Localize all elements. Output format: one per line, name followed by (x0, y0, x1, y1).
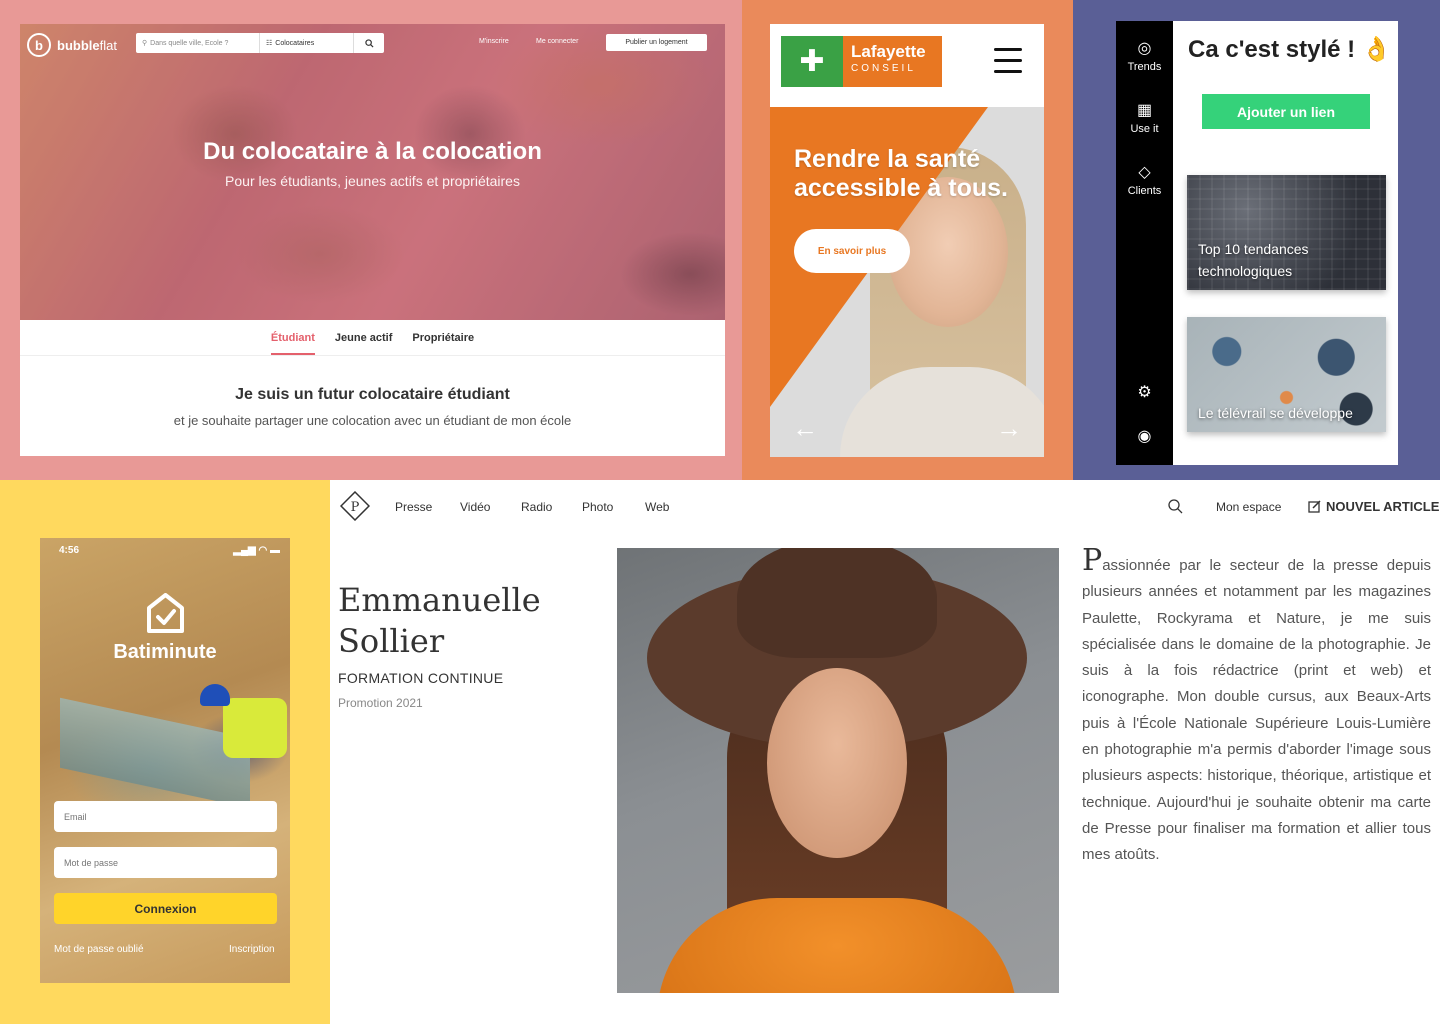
nav-photo[interactable]: Photo (582, 500, 613, 514)
card-caption: Top 10 tendances technologiques (1198, 241, 1309, 279)
portrait-hat-crown (737, 548, 937, 658)
settings-button[interactable]: ⚙ (1116, 382, 1173, 405)
tab-proprietaire[interactable]: Propriétaire (412, 324, 474, 355)
type-select[interactable]: ☷ Colocataires (260, 33, 354, 53)
lafayette-mobile-site: ✚ Lafayette CONSEIL Rendre la santé acce… (770, 24, 1044, 457)
logo-line1: Lafayette (851, 42, 926, 61)
logo-text: bubbleflat (57, 37, 117, 53)
new-article-button[interactable]: NOUVEL ARTICLE (1308, 499, 1439, 514)
bubble-logo-icon: b (27, 33, 51, 57)
batiminute-mobile-app: 4:56 ▂▄▆ ◠ ▬ Batiminute Connexion Mot de… (40, 538, 290, 983)
edit-icon (1308, 500, 1321, 513)
arrow-right-icon[interactable]: → (996, 413, 1022, 444)
hero-image (20, 24, 725, 320)
profile-tabs: Étudiant Jeune actif Propriétaire (20, 324, 725, 356)
bubbleflat-website: b bubbleflat ⚲ Dans quelle ville, Ecole … (20, 24, 725, 456)
author-portrait (617, 548, 1059, 993)
worktable-image (60, 697, 250, 809)
sidebar: ◎ Trends ▦ Use it ◇ Clients ⚙ ◉ (1116, 21, 1173, 465)
sidebar-label: Clients (1127, 185, 1162, 197)
author-role: FORMATION CONTINUE (338, 670, 504, 686)
city-search-input[interactable]: ⚲ Dans quelle ville, Ecole ? (136, 33, 260, 53)
portrait-sweater (657, 898, 1017, 993)
card-caption: Le télévrail se développe (1198, 405, 1353, 421)
user-icon: ◉ (1137, 428, 1152, 445)
sidebar-item-trends[interactable]: ◎ Trends (1116, 38, 1173, 73)
people-icon: ☷ (266, 40, 273, 47)
nav-web[interactable]: Web (645, 500, 669, 514)
new-article-label: NOUVEL ARTICLE (1326, 499, 1440, 514)
search-icon (364, 38, 374, 48)
add-link-button[interactable]: Ajouter un lien (1202, 94, 1370, 129)
publish-button[interactable]: Publier un logement (606, 34, 707, 51)
location-pin-icon: ⚲ (142, 40, 148, 47)
article-card[interactable]: Top 10 tendances technologiques (1187, 175, 1386, 290)
sidebar-item-clients[interactable]: ◇ Clients (1116, 162, 1173, 197)
author-name: Emmanuelle Sollier (338, 580, 541, 662)
search-button[interactable] (354, 38, 384, 48)
my-space-link[interactable]: Mon espace (1216, 500, 1281, 514)
sidebar-label: Trends (1127, 61, 1162, 73)
diamond-icon: ◇ (1138, 164, 1151, 181)
login-link[interactable]: Me connecter (536, 38, 578, 45)
status-bar: 4:56 ▂▄▆ ◠ ▬ (40, 538, 290, 562)
nav-video[interactable]: Vidéo (460, 500, 490, 514)
tab-jeune-actif[interactable]: Jeune actif (335, 324, 392, 355)
signal-battery-icon: ▂▄▆ ◠ ▬ (233, 544, 280, 556)
nav-presse[interactable]: Presse (395, 500, 432, 514)
bio-text: assionnée par le secteur de la presse de… (1082, 557, 1431, 864)
tab-etudiant[interactable]: Étudiant (270, 324, 315, 355)
forgot-password-link[interactable]: Mot de passe oublié (54, 944, 144, 955)
worker-helmet-image (200, 684, 230, 706)
bio-drop-cap: P (1082, 543, 1103, 578)
cross-logo-icon: ✚ (781, 36, 843, 87)
section-text: et je souhaite partager une colocation a… (173, 413, 572, 428)
trends-app: ◎ Trends ▦ Use it ◇ Clients ⚙ ◉ Ca c'est… (1116, 21, 1398, 465)
search-placeholder: Dans quelle ville, Ecole ? (150, 39, 229, 47)
profile-button[interactable]: ◉ (1116, 426, 1173, 449)
search-bar: ⚲ Dans quelle ville, Ecole ? ☷ Colocatai… (136, 33, 384, 53)
gear-icon: ⚙ (1137, 384, 1152, 401)
login-button[interactable]: Connexion (54, 893, 277, 924)
hero-title: Du colocataire à la colocation (203, 138, 542, 165)
email-field[interactable] (54, 801, 277, 832)
hero-title: Rendre la santé accessible à tous. (794, 145, 1009, 202)
learn-more-button[interactable]: En savoir plus (794, 229, 910, 273)
password-field[interactable] (54, 847, 277, 878)
logo-wordmark: Lafayette CONSEIL (843, 36, 942, 87)
article-card[interactable]: Le télévrail se développe (1187, 317, 1386, 432)
trends-icon: ◎ (1137, 40, 1152, 57)
page-title: Ca c'est stylé ! 👌 (1188, 36, 1392, 63)
header: ✚ Lafayette CONSEIL (770, 24, 1044, 107)
use-it-icon: ▦ (1136, 102, 1153, 119)
lafayette-logo[interactable]: ✚ Lafayette CONSEIL (781, 36, 942, 87)
last-name: Sollier (338, 622, 445, 660)
portfolio-logo-icon[interactable]: P (340, 491, 370, 521)
author-promotion: Promotion 2021 (338, 696, 423, 710)
bubbleflat-logo[interactable]: b bubbleflat (27, 33, 117, 57)
first-name: Emmanuelle (338, 581, 541, 619)
status-time: 4:56 (59, 544, 80, 556)
hero-slide: Rendre la santé accessible à tous. En sa… (770, 107, 1044, 457)
hero-subtitle: Pour les étudiants, jeunes actifs et pro… (225, 173, 520, 189)
logo-letter: P (351, 500, 360, 515)
brand-name: Batiminute (113, 641, 217, 663)
signup-link[interactable]: Inscription (229, 944, 275, 955)
nav-radio[interactable]: Radio (521, 500, 552, 514)
logo-line2: CONSEIL (851, 63, 916, 74)
hamburger-menu-icon[interactable] (994, 48, 1022, 81)
sidebar-label: Use it (1130, 123, 1159, 135)
section-heading: Je suis un futur colocataire étudiant (235, 386, 510, 403)
worker-vest-image (223, 698, 287, 758)
author-bio: Passionnée par le secteur de la presse d… (1082, 546, 1431, 869)
search-icon[interactable] (1168, 499, 1183, 514)
signup-link[interactable]: M'inscrire (479, 38, 509, 45)
sidebar-item-use-it[interactable]: ▦ Use it (1116, 100, 1173, 135)
type-value: Colocataires (275, 39, 315, 47)
portrait-face (767, 668, 907, 858)
house-check-logo-icon (147, 593, 184, 633)
arrow-left-icon[interactable]: ← (792, 413, 818, 444)
